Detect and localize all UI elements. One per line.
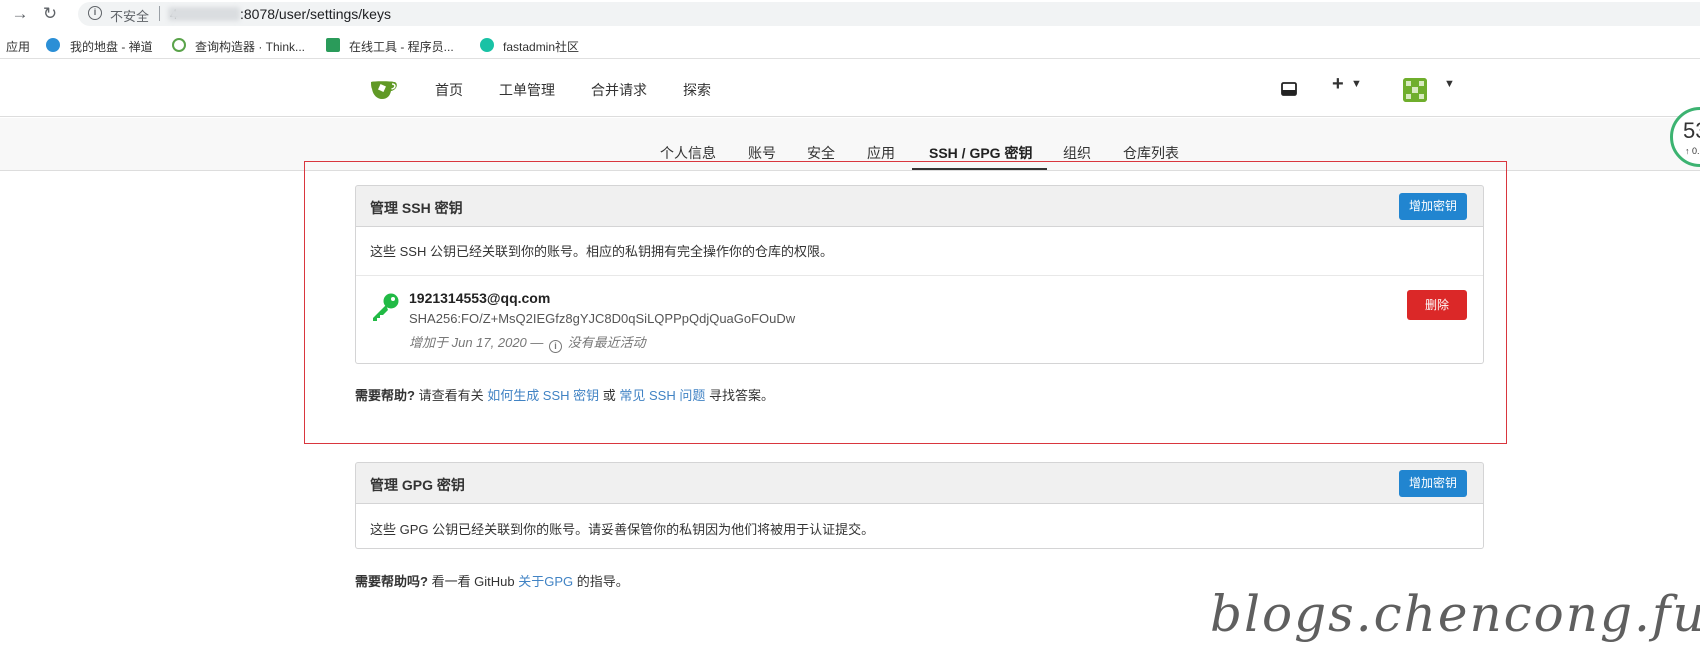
tab-account[interactable]: 账号 <box>748 143 776 163</box>
forward-arrow-icon[interactable]: → <box>10 4 30 24</box>
bookmark-thinkphp[interactable]: 查询构造器 · Think... <box>195 38 305 55</box>
inbox-icon[interactable] <box>1281 82 1297 96</box>
browser-address-bar: → ↻ i 不安全 4 :8078/user/settings/keys <box>0 0 1700 28</box>
gpg-keys-header: 管理 GPG 密钥 增加密钥 <box>355 462 1484 504</box>
watermark-text: blogs.chencong.fun <box>1210 585 1700 643</box>
bookmark-tools[interactable]: 在线工具 - 程序员... <box>349 38 454 55</box>
nav-pulls[interactable]: 合并请求 <box>591 80 647 100</box>
omnibox-separator <box>159 6 160 21</box>
nav-explore[interactable]: 探索 <box>683 80 711 100</box>
tab-security[interactable]: 安全 <box>807 143 835 163</box>
tab-repositories[interactable]: 仓库列表 <box>1123 143 1179 163</box>
tab-organizations[interactable]: 组织 <box>1063 143 1091 163</box>
plus-caret-icon[interactable]: ▼ <box>1351 78 1362 90</box>
gpg-help-text: 需要帮助吗? 看一看 GitHub 关于GPG 的指导。 <box>355 571 629 590</box>
bookmarks-bar: 应用 我的地盘 - 禅道 查询构造器 · Think... 在线工具 - 程序员… <box>0 31 1700 59</box>
create-plus-icon[interactable]: + <box>1332 73 1344 96</box>
avatar[interactable] <box>1403 78 1427 102</box>
info-icon[interactable]: i <box>88 6 102 20</box>
gpg-help-text2: 的指导。 <box>573 574 629 589</box>
widget-value: 53 <box>1683 118 1700 143</box>
add-gpg-key-button[interactable]: 增加密钥 <box>1398 470 1467 497</box>
fastadmin-icon <box>480 38 494 52</box>
url-omnibox[interactable]: i 不安全 4 :8078/user/settings/keys <box>78 2 1700 26</box>
bookmark-chandao[interactable]: 我的地盘 - 禅道 <box>70 38 153 55</box>
nav-issues[interactable]: 工单管理 <box>499 80 555 100</box>
url-path: :8078/user/settings/keys <box>240 6 391 22</box>
chandao-icon <box>46 38 60 52</box>
gitea-logo-icon[interactable] <box>370 78 398 100</box>
gpg-keys-body: 这些 GPG 公钥已经关联到你的账号。请妥善保管你的私钥因为他们将被用于认证提交… <box>355 504 1484 549</box>
gpg-about-link[interactable]: 关于GPG <box>518 574 573 589</box>
thinkphp-icon <box>172 38 186 52</box>
bookmark-apps[interactable]: 应用 <box>6 38 30 55</box>
widget-sub: ↑ 0.6 <box>1685 146 1700 156</box>
blurred-host <box>168 7 240 21</box>
gpg-help-prefix: 需要帮助吗? <box>355 574 428 589</box>
tab-profile[interactable]: 个人信息 <box>660 143 716 163</box>
gpg-help-text1: 看一看 GitHub <box>427 574 519 589</box>
tab-applications[interactable]: 应用 <box>867 143 895 163</box>
tab-ssh-gpg-keys[interactable]: SSH / GPG 密钥 <box>929 143 1032 163</box>
top-navbar: 首页 工单管理 合并请求 探索 + ▼ ▼ <box>0 60 1700 117</box>
tools-icon <box>326 38 340 52</box>
security-label: 不安全 <box>110 9 150 24</box>
reload-icon[interactable]: ↻ <box>40 4 60 24</box>
avatar-caret-icon[interactable]: ▼ <box>1444 78 1455 90</box>
bookmark-fastadmin[interactable]: fastadmin社区 <box>503 38 579 55</box>
annotation-box <box>304 161 1507 444</box>
gpg-description: 这些 GPG 公钥已经关联到你的账号。请妥善保管你的私钥因为他们将被用于认证提交… <box>370 522 875 537</box>
nav-home[interactable]: 首页 <box>435 80 463 100</box>
gpg-section-title: 管理 GPG 密钥 <box>370 477 465 493</box>
